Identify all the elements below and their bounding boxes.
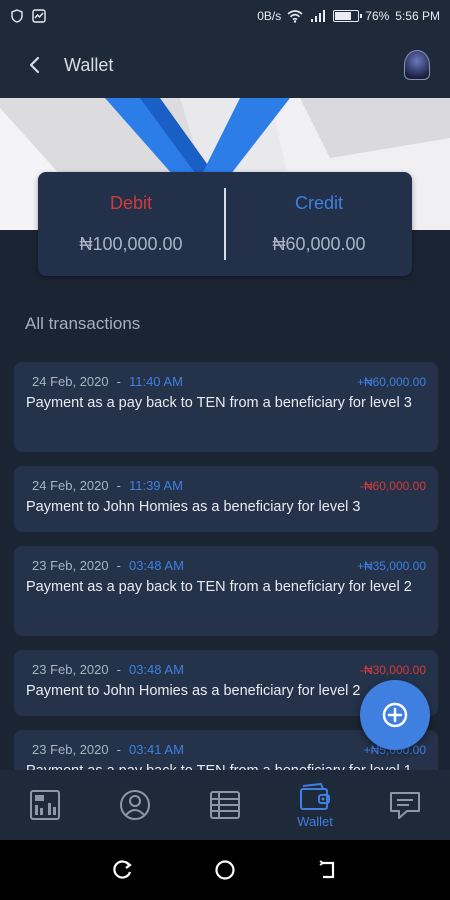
list-icon	[210, 791, 240, 819]
transaction-card[interactable]: 24 Feb, 2020 - 11:39 AM -₦60,000.00 Paym…	[14, 466, 438, 532]
nav-list[interactable]	[185, 770, 265, 840]
back-icon[interactable]	[317, 859, 339, 881]
balance-summary-card: Debit ₦100,000.00 Credit ₦60,000.00	[38, 172, 412, 276]
transaction-description: Payment as a pay back to TEN from a bene…	[26, 395, 412, 411]
nav-wallet[interactable]: Wallet	[275, 770, 355, 840]
avatar[interactable]	[404, 50, 430, 80]
credit-amount: ₦60,000.00	[272, 234, 366, 254]
activity-icon	[32, 9, 46, 23]
transaction-time: 03:48 AM	[128, 662, 184, 677]
transaction-amount: -₦60,000.00	[359, 478, 426, 493]
nav-wallet-label: Wallet	[297, 813, 333, 829]
transaction-time: 03:41 AM	[128, 742, 184, 757]
debit-label: Debit	[109, 193, 153, 213]
transaction-amount: +₦35,000.00	[356, 558, 426, 573]
transaction-amount: -₦30,000.00	[359, 662, 426, 677]
profile-icon	[120, 790, 150, 820]
transaction-amount: +₦60,000.00	[356, 374, 426, 389]
recent-apps-icon[interactable]	[111, 859, 133, 881]
dashboard-icon	[30, 790, 60, 820]
transaction-date: 23 Feb, 2020	[32, 742, 109, 757]
transaction-date: 24 Feb, 2020	[32, 374, 109, 389]
page-title: Wallet	[64, 54, 114, 75]
system-navigation-bar	[0, 840, 450, 900]
home-icon[interactable]	[214, 859, 236, 881]
data-rate: 0B/s	[257, 9, 282, 23]
app-bar: Wallet	[0, 32, 450, 98]
nav-dashboard[interactable]	[5, 770, 85, 840]
wallet-icon	[300, 782, 330, 810]
section-title: All transactions	[25, 314, 141, 333]
debit-column: Debit ₦100,000.00	[38, 172, 224, 276]
add-circle-icon	[382, 702, 408, 728]
transaction-time: 11:40 AM	[128, 374, 183, 389]
status-time: 5:56 PM	[395, 9, 440, 23]
status-bar: 0B/s 76% 5:56 PM	[0, 0, 450, 32]
wifi-icon	[287, 10, 303, 23]
chat-icon	[390, 792, 420, 819]
credit-column: Credit ₦60,000.00	[226, 172, 412, 276]
battery-percent: 76%	[365, 9, 390, 23]
transaction-description: Payment to John Homies as a beneficiary …	[26, 499, 361, 515]
transaction-date: 23 Feb, 2020	[32, 662, 109, 677]
transaction-card[interactable]: 24 Feb, 2020 - 11:40 AM +₦60,000.00 Paym…	[14, 362, 438, 452]
back-arrow-icon[interactable]	[20, 50, 50, 80]
transaction-date: 23 Feb, 2020	[32, 558, 109, 573]
transaction-description: Payment as a pay back to TEN from a bene…	[26, 579, 412, 595]
transaction-time: 03:48 AM	[128, 558, 184, 573]
credit-label: Credit	[294, 193, 343, 213]
transaction-card[interactable]: 23 Feb, 2020 - 03:48 AM +₦35,000.00 Paym…	[14, 546, 438, 636]
add-transaction-button[interactable]	[360, 680, 430, 750]
debit-amount: ₦100,000.00	[79, 234, 183, 254]
nav-profile[interactable]	[95, 770, 175, 840]
transaction-date: 24 Feb, 2020	[32, 478, 109, 493]
shield-icon	[11, 9, 23, 23]
battery-icon	[333, 10, 363, 22]
transaction-time: 11:39 AM	[128, 478, 183, 493]
nav-chat[interactable]	[365, 770, 445, 840]
bottom-navigation: Wallet	[0, 770, 450, 840]
signal-icon	[311, 10, 326, 22]
